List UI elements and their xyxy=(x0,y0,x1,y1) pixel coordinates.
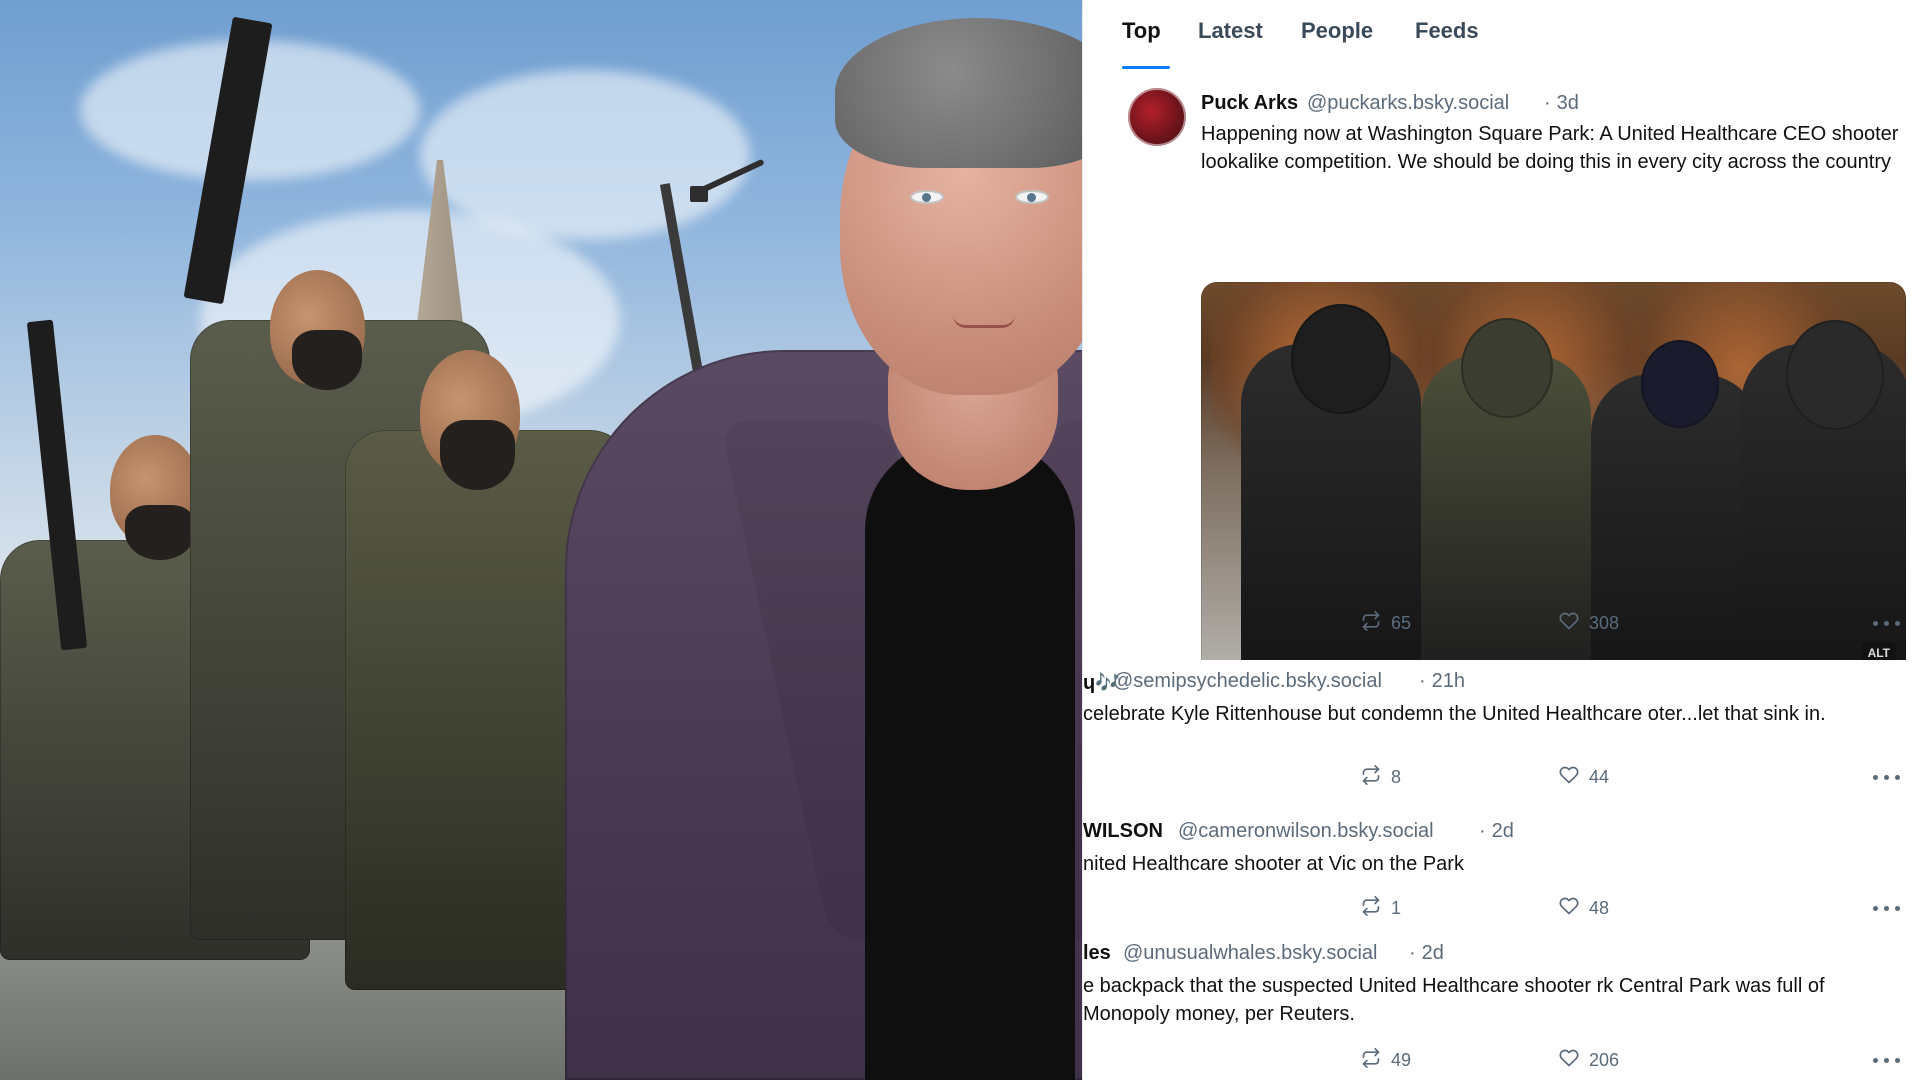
post[interactable]: WILSON @cameronwilson.bsky.social · 2d ni… xyxy=(1083,805,1920,931)
tab-people[interactable]: People xyxy=(1301,18,1373,44)
separator-dot: · xyxy=(1544,92,1551,114)
more-horizontal-icon xyxy=(1894,905,1900,911)
post-author[interactable]: WILSON xyxy=(1083,820,1163,843)
separator-dot: · xyxy=(1419,670,1426,692)
repost-icon xyxy=(1361,610,1381,636)
repost-button[interactable]: 65 xyxy=(1361,608,1411,638)
more-horizontal-icon xyxy=(1872,620,1878,626)
heart-icon xyxy=(1559,611,1579,636)
hood xyxy=(1461,318,1553,418)
beard xyxy=(125,505,195,560)
post-time[interactable]: · 21h xyxy=(1413,670,1465,693)
repost-count: 1 xyxy=(1391,897,1402,918)
post-handle[interactable]: @cameronwilson.bsky.social xyxy=(1178,820,1434,843)
post[interactable]: Puck Arks @puckarks.bsky.social · 3d Happ… xyxy=(1083,70,1920,674)
like-count: 206 xyxy=(1589,1049,1620,1070)
post-time-text: 3d xyxy=(1556,92,1579,114)
heart-icon xyxy=(1559,1048,1579,1073)
post-text: nited Healthcare shooter at Vic on the P… xyxy=(1083,853,1464,875)
tab-latest[interactable]: Latest xyxy=(1198,18,1263,44)
post-handle[interactable]: @puckarks.bsky.social xyxy=(1307,92,1509,115)
active-tab-indicator xyxy=(1122,66,1170,69)
more-horizontal-icon xyxy=(1872,774,1878,780)
post-author[interactable]: Puck Arks xyxy=(1201,92,1298,115)
tab-top[interactable]: Top xyxy=(1122,18,1161,44)
post-actions: 65 308 xyxy=(1201,608,1906,638)
separator-dot: · xyxy=(1479,820,1486,842)
post-actions: 1 48 xyxy=(1201,893,1906,923)
post-time[interactable]: · 2d xyxy=(1403,942,1444,965)
hood xyxy=(1641,340,1719,428)
more-horizontal-icon xyxy=(1894,620,1900,626)
repost-icon xyxy=(1361,764,1381,790)
heart-icon xyxy=(1559,765,1579,790)
repost-count: 49 xyxy=(1391,1049,1412,1070)
post-actions: 49 206 xyxy=(1201,1045,1906,1075)
post-actions: 8 44 xyxy=(1201,762,1906,792)
more-horizontal-icon xyxy=(1883,620,1889,626)
more-options-button[interactable] xyxy=(1866,1045,1906,1075)
more-horizontal-icon xyxy=(1894,774,1900,780)
avatar[interactable] xyxy=(1128,88,1186,146)
post-text: e backpack that the suspected United Hea… xyxy=(1083,975,1825,1025)
post-time[interactable]: · 3d xyxy=(1538,92,1579,115)
like-count: 44 xyxy=(1589,766,1610,787)
like-button[interactable]: 308 xyxy=(1559,608,1619,638)
like-button[interactable]: 48 xyxy=(1559,893,1609,923)
post-time-text: 2d xyxy=(1491,820,1514,842)
social-feed-panel: Top Latest People Feeds Puck Arks @pucka… xyxy=(1082,0,1920,1080)
repost-icon xyxy=(1361,895,1381,921)
post-author[interactable]: les xyxy=(1083,942,1111,965)
repost-icon xyxy=(1361,1047,1381,1073)
post-time[interactable]: · 2d xyxy=(1473,820,1514,843)
more-horizontal-icon xyxy=(1883,1057,1889,1063)
more-horizontal-icon xyxy=(1894,1057,1900,1063)
tab-feeds[interactable]: Feeds xyxy=(1415,18,1479,44)
more-options-button[interactable] xyxy=(1866,608,1906,638)
mouth xyxy=(953,315,1015,328)
repost-button[interactable]: 49 xyxy=(1361,1045,1411,1075)
like-count: 308 xyxy=(1589,612,1620,633)
post[interactable]: ɥ🎶 @semipsychedelic.bsky.social · 21h cel… xyxy=(1083,660,1920,806)
post-time-text: 2d xyxy=(1421,942,1444,964)
eye xyxy=(910,190,944,204)
repost-count: 8 xyxy=(1391,766,1402,787)
repost-count: 65 xyxy=(1391,612,1412,633)
separator-dot: · xyxy=(1409,942,1416,964)
like-count: 48 xyxy=(1589,897,1610,918)
post[interactable]: les @unusualwhales.bsky.social · 2d e bac… xyxy=(1083,930,1920,1080)
post-handle[interactable]: @unusualwhales.bsky.social xyxy=(1123,942,1378,965)
repost-button[interactable]: 1 xyxy=(1361,893,1401,923)
post-text: celebrate Kyle Rittenhouse but condemn t… xyxy=(1083,703,1826,725)
post-text: Happening now at Washington Square Park:… xyxy=(1201,123,1899,173)
beard xyxy=(440,420,515,490)
hair xyxy=(835,18,1120,168)
more-horizontal-icon xyxy=(1883,774,1889,780)
repost-button[interactable]: 8 xyxy=(1361,762,1401,792)
black-shirt xyxy=(865,440,1075,1080)
more-horizontal-icon xyxy=(1872,905,1878,911)
post-handle[interactable]: @semipsychedelic.bsky.social xyxy=(1113,670,1382,693)
hood xyxy=(1291,304,1391,414)
hood xyxy=(1786,320,1884,430)
beard xyxy=(292,330,362,390)
more-horizontal-icon xyxy=(1872,1057,1878,1063)
more-horizontal-icon xyxy=(1883,905,1889,911)
more-options-button[interactable] xyxy=(1866,762,1906,792)
eye xyxy=(1015,190,1049,204)
like-button[interactable]: 206 xyxy=(1559,1045,1619,1075)
heart-icon xyxy=(1559,896,1579,921)
more-options-button[interactable] xyxy=(1866,893,1906,923)
feed-tabs: Top Latest People Feeds xyxy=(1083,0,1920,71)
post-time-text: 21h xyxy=(1431,670,1466,692)
like-button[interactable]: 44 xyxy=(1559,762,1609,792)
